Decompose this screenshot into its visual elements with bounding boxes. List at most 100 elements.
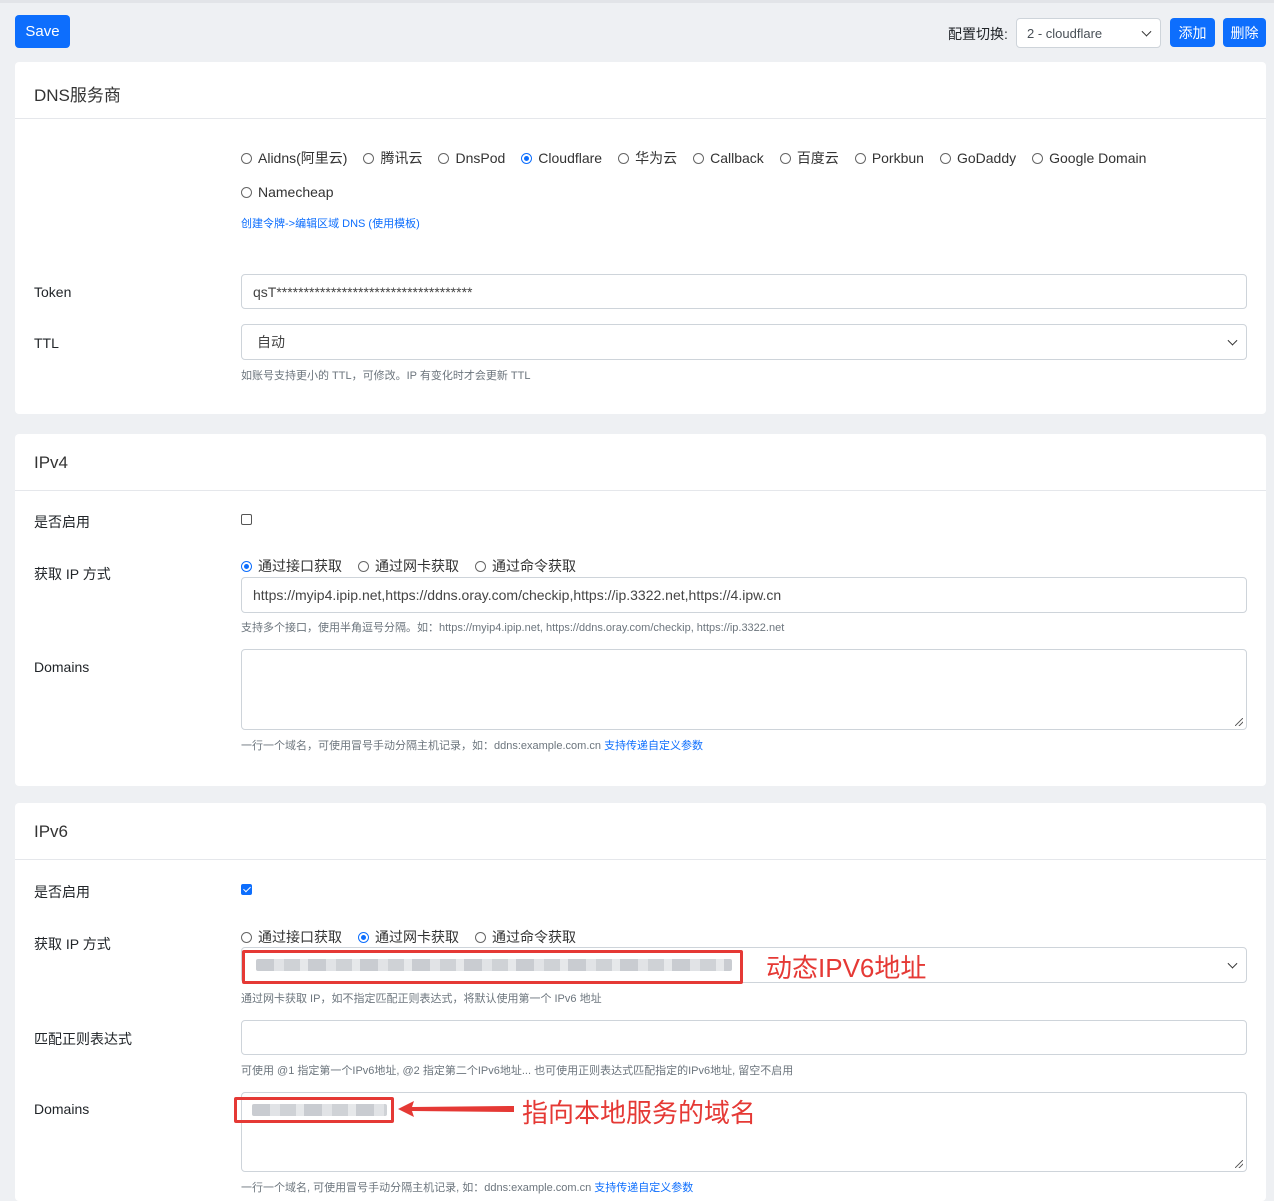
radio-icon — [693, 152, 705, 164]
ipv4-method-label: 获取 IP 方式 — [34, 566, 111, 582]
help-text: 一行一个域名, 可使用冒号手动分隔主机记录, 如：ddns:example.co… — [241, 1182, 592, 1194]
provider-label: Cloudflare — [538, 150, 603, 166]
provider-label: 百度云 — [796, 150, 839, 166]
method-label: 通过网卡获取 — [375, 929, 459, 945]
ipv4-method-api[interactable]: 通过接口获取 — [241, 556, 342, 576]
radio-checked-icon — [521, 152, 533, 164]
ipv6-domains-label: Domains — [34, 1101, 90, 1117]
card-title: IPv4 — [34, 453, 69, 472]
save-button[interactable]: Save — [15, 15, 70, 48]
radio-checked-icon — [241, 560, 252, 572]
ttl-label: TTL — [34, 335, 59, 351]
delete-config-button[interactable]: 删除 — [1223, 18, 1266, 47]
ipv6-method-nic[interactable]: 通过网卡获取 — [358, 927, 459, 947]
radio-icon — [939, 152, 951, 164]
annotation-box-ipv6 — [242, 950, 743, 984]
method-label: 通过接口获取 — [258, 558, 342, 574]
radio-icon — [241, 931, 252, 943]
method-label: 通过接口获取 — [258, 929, 342, 945]
provider-label: Namecheap — [258, 184, 334, 200]
ipv4-domains-help: 一行一个域名，可使用冒号手动分隔主机记录，如：ddns:example.com.… — [241, 737, 703, 753]
resize-handle-icon[interactable] — [1235, 1160, 1243, 1168]
resize-handle-icon[interactable] — [1235, 718, 1243, 726]
ipv6-nic-help: 通过网卡获取 IP，如不指定匹配正则表达式，将默认使用第一个 IPv6 地址 — [241, 993, 602, 1005]
add-config-button[interactable]: 添加 — [1170, 18, 1215, 47]
provider-option-google-domain[interactable]: Google Domain — [1032, 150, 1146, 166]
method-label: 通过命令获取 — [492, 929, 576, 945]
config-switch-label: 配置切换: — [948, 26, 1008, 42]
custom-params-link[interactable]: 支持传递自定义参数 — [594, 1182, 693, 1194]
ipv6-card: IPv6 是否启用 获取 IP 方式 通过接口获取 通过网卡获取 通过命令获取 … — [15, 803, 1266, 1201]
ipv6-method-api[interactable]: 通过接口获取 — [241, 927, 342, 947]
provider-option-godaddy[interactable]: GoDaddy — [939, 150, 1017, 166]
ttl-select[interactable]: 自动 — [241, 324, 1247, 360]
ipv6-method-radio-group: 通过接口获取 通过网卡获取 通过命令获取 — [241, 927, 592, 947]
ipv6-regex-label: 匹配正则表达式 — [34, 1031, 132, 1047]
token-label: Token — [34, 284, 72, 300]
radio-icon — [475, 560, 486, 572]
radio-icon — [1032, 152, 1044, 164]
radio-icon — [241, 152, 252, 164]
provider-label: DnsPod — [455, 150, 506, 166]
provider-option-alidns[interactable]: Alidns(阿里云) — [241, 148, 347, 168]
dns-provider-card: DNS服务商 Alidns(阿里云) 腾讯云 DnsPod Cloudflare… — [15, 62, 1266, 414]
provider-option-cloudflare[interactable]: Cloudflare — [521, 150, 602, 166]
card-header: DNS服务商 — [15, 62, 1266, 119]
chevron-down-icon — [1227, 335, 1238, 346]
ipv4-domains-textarea[interactable] — [241, 649, 1247, 730]
provider-radio-group: Alidns(阿里云) 腾讯云 DnsPod Cloudflare 华为云 Ca… — [241, 148, 1162, 168]
arrow-left-icon — [398, 1101, 514, 1117]
token-input[interactable]: qsT************************************ — [241, 274, 1247, 309]
ipv4-enable-label: 是否启用 — [34, 514, 90, 530]
ttl-value: 自动 — [257, 334, 285, 350]
config-select[interactable]: 2 - cloudflare — [1016, 18, 1161, 48]
radio-icon — [854, 152, 866, 164]
provider-label: Callback — [710, 150, 764, 166]
provider-option-huawei[interactable]: 华为云 — [618, 148, 677, 168]
radio-icon — [438, 152, 450, 164]
provider-label: Alidns(阿里云) — [258, 150, 348, 166]
provider-option-baidu[interactable]: 百度云 — [779, 148, 839, 168]
radio-icon — [358, 560, 369, 572]
provider-label: 腾讯云 — [380, 150, 423, 166]
ipv6-method-cmd[interactable]: 通过命令获取 — [475, 927, 576, 947]
provider-option-porkbun[interactable]: Porkbun — [854, 150, 924, 166]
top-divider — [0, 0, 1274, 3]
provider-radio-group-row2: Namecheap — [241, 184, 350, 200]
ipv4-method-cmd[interactable]: 通过命令获取 — [475, 556, 576, 576]
provider-option-namecheap[interactable]: Namecheap — [241, 184, 334, 200]
radio-checked-icon — [358, 931, 369, 943]
ipv4-method-nic[interactable]: 通过网卡获取 — [358, 556, 459, 576]
chevron-down-icon — [1227, 958, 1238, 969]
provider-label: Porkbun — [871, 150, 924, 166]
ipv6-enable-checkbox[interactable] — [241, 884, 252, 895]
config-select-value: 2 - cloudflare — [1027, 26, 1103, 41]
ipv4-enable-checkbox[interactable] — [241, 514, 252, 525]
ipv4-url-value: https://myip4.ipip.net,https://ddns.oray… — [253, 587, 782, 603]
radio-icon — [779, 152, 791, 164]
provider-option-dnspod[interactable]: DnsPod — [438, 150, 505, 166]
ipv4-url-input[interactable]: https://myip4.ipip.net,https://ddns.oray… — [241, 577, 1247, 613]
ipv6-method-label: 获取 IP 方式 — [34, 936, 111, 952]
create-token-link[interactable]: 创建令牌->编辑区域 DNS (使用模板) — [241, 215, 420, 231]
provider-label: 华为云 — [635, 150, 678, 166]
annotation-domain-label: 指向本地服务的域名 — [522, 1098, 757, 1128]
ipv6-regex-input[interactable] — [241, 1020, 1247, 1055]
ipv4-card: IPv4 是否启用 获取 IP 方式 通过接口获取 通过网卡获取 通过命令获取 … — [15, 434, 1266, 786]
provider-option-callback[interactable]: Callback — [693, 150, 764, 166]
card-title: IPv6 — [34, 822, 69, 841]
help-text: 一行一个域名，可使用冒号手动分隔主机记录，如：ddns:example.com.… — [241, 740, 601, 752]
card-title: DNS服务商 — [34, 86, 121, 105]
radio-icon — [363, 152, 375, 164]
chevron-down-icon — [1141, 26, 1152, 37]
annotation-box-domain — [234, 1097, 394, 1123]
ttl-help: 如账号支持更小的 TTL，可修改。IP 有变化时才会更新 TTL — [241, 370, 531, 382]
radio-icon — [241, 186, 252, 198]
ipv6-regex-help: 可使用 @1 指定第一个IPv6地址, @2 指定第二个IPv6地址... 也可… — [241, 1065, 794, 1077]
card-header: IPv4 — [15, 434, 1266, 491]
custom-params-link[interactable]: 支持传递自定义参数 — [604, 740, 703, 752]
ipv4-method-radio-group: 通过接口获取 通过网卡获取 通过命令获取 — [241, 556, 592, 576]
provider-label: GoDaddy — [956, 150, 1017, 166]
provider-option-tencent[interactable]: 腾讯云 — [363, 148, 422, 168]
ipv4-url-help: 支持多个接口，使用半角逗号分隔。如：https://myip4.ipip.net… — [241, 622, 785, 634]
